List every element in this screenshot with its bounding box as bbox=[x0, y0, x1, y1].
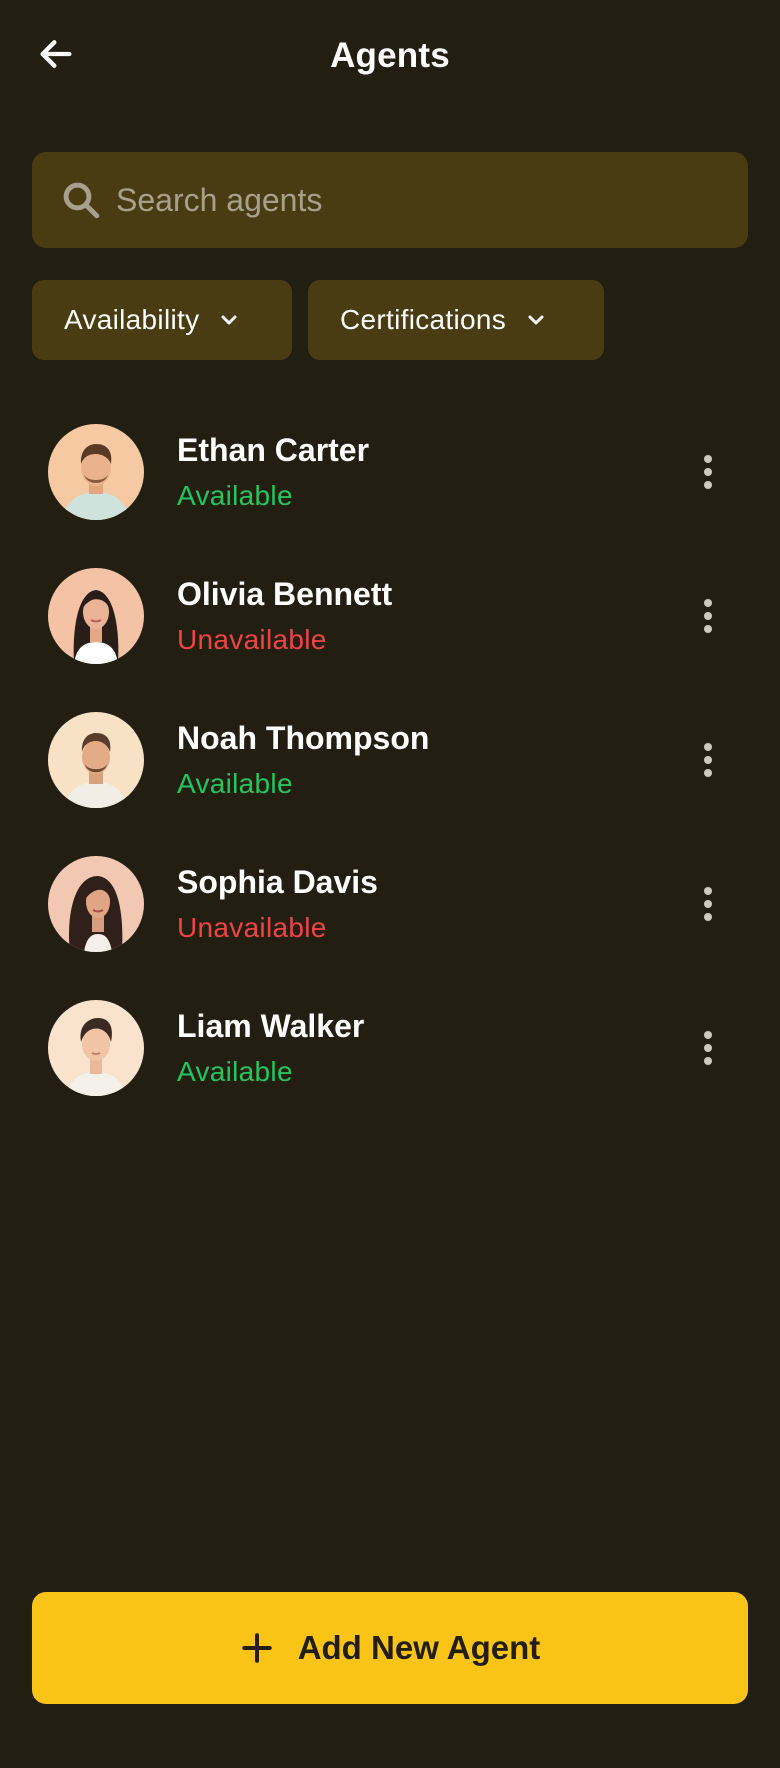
add-new-agent-button[interactable]: Add New Agent bbox=[32, 1592, 748, 1704]
agent-row[interactable]: Ethan Carter Available bbox=[0, 400, 780, 544]
more-options-icon[interactable] bbox=[692, 734, 724, 786]
agent-name: Liam Walker bbox=[177, 1008, 365, 1044]
filter-availability[interactable]: Availability bbox=[32, 280, 292, 360]
filter-label: Certifications bbox=[340, 304, 507, 335]
agent-list: Ethan Carter Available Olivia Bennett Un… bbox=[0, 400, 780, 1120]
avatar bbox=[48, 712, 144, 808]
page-title: Agents bbox=[330, 36, 450, 75]
agent-row[interactable]: Liam Walker Available bbox=[0, 976, 780, 1120]
filter-label: Availability bbox=[64, 304, 200, 335]
agent-row[interactable]: Noah Thompson Available bbox=[0, 688, 780, 832]
agent-status: Unavailable bbox=[177, 912, 327, 943]
more-options-icon[interactable] bbox=[692, 446, 724, 498]
agent-row[interactable]: Sophia Davis Unavailable bbox=[0, 832, 780, 976]
avatar bbox=[48, 1000, 144, 1096]
more-options-icon[interactable] bbox=[692, 878, 724, 930]
search-bar[interactable] bbox=[32, 152, 748, 248]
avatar bbox=[48, 568, 144, 664]
chevron-down-icon bbox=[221, 315, 237, 325]
more-options-icon[interactable] bbox=[692, 1022, 724, 1074]
agent-status: Available bbox=[177, 1056, 293, 1087]
search-icon bbox=[63, 182, 100, 219]
app-header: Agents bbox=[0, 0, 780, 120]
avatar bbox=[48, 424, 144, 520]
avatar bbox=[48, 856, 144, 952]
agent-status: Available bbox=[177, 480, 293, 511]
agent-name: Ethan Carter bbox=[177, 432, 370, 468]
agent-name: Sophia Davis bbox=[177, 864, 378, 900]
agent-row[interactable]: Olivia Bennett Unavailable bbox=[0, 544, 780, 688]
agent-status: Unavailable bbox=[177, 624, 327, 655]
plus-icon bbox=[241, 1633, 272, 1663]
add-button-label: Add New Agent bbox=[297, 1629, 541, 1666]
agent-name: Noah Thompson bbox=[177, 720, 430, 756]
more-options-icon[interactable] bbox=[692, 590, 724, 642]
filter-certifications[interactable]: Certifications bbox=[308, 280, 604, 360]
search-input[interactable] bbox=[116, 181, 696, 219]
agent-status: Available bbox=[177, 768, 293, 799]
agent-name: Olivia Bennett bbox=[177, 576, 393, 612]
chevron-down-icon bbox=[528, 315, 544, 325]
